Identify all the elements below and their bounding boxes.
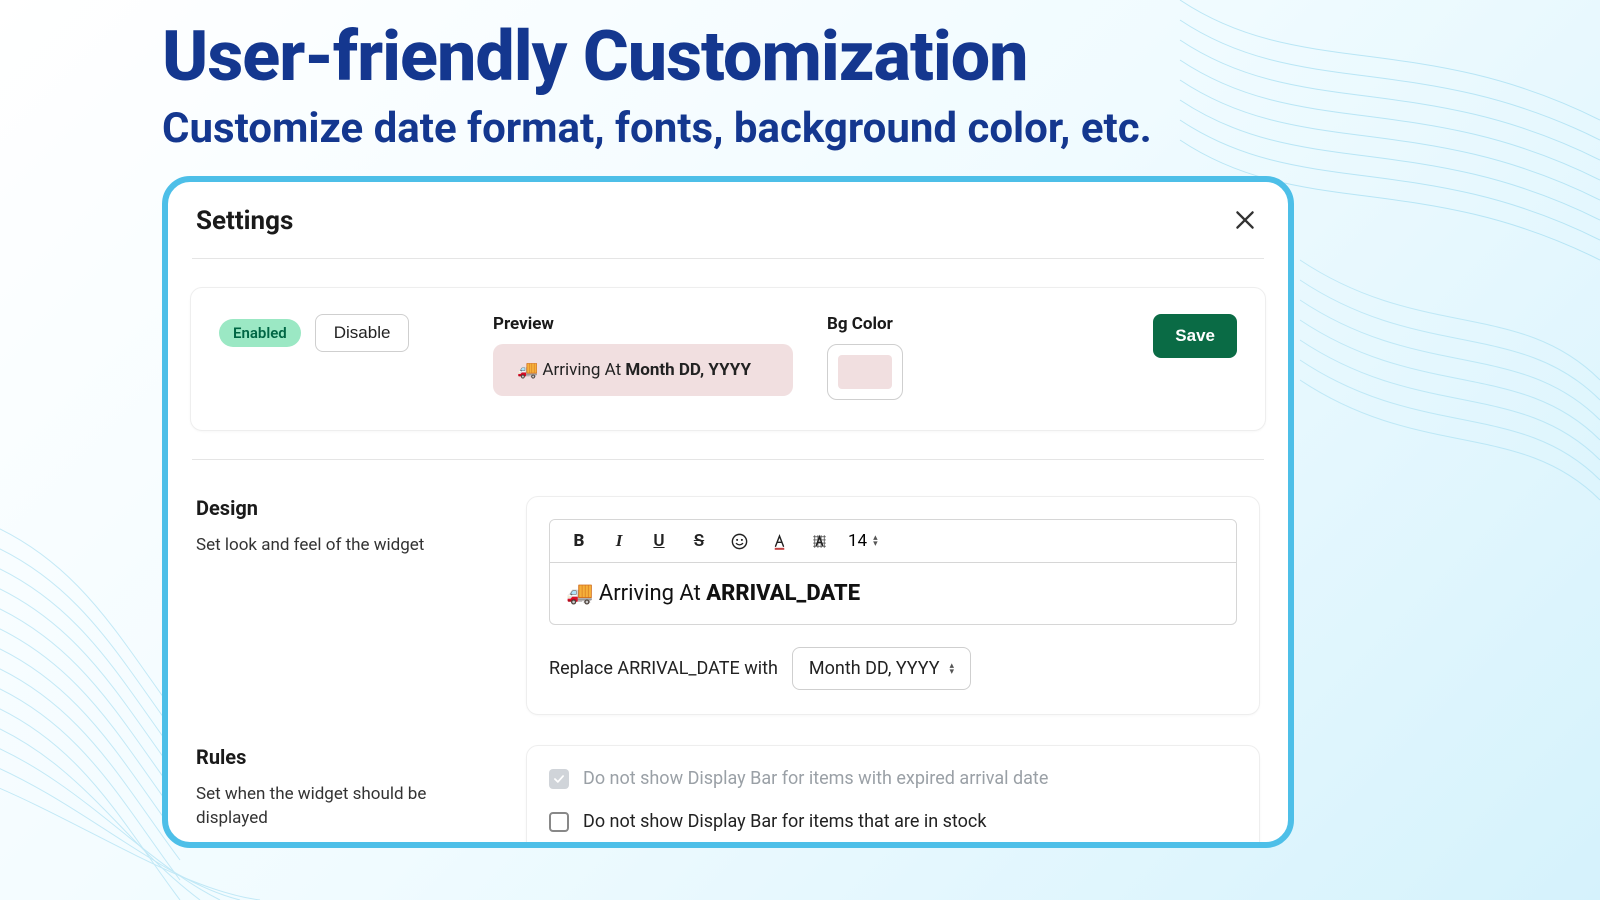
close-icon [1232,207,1258,233]
highlight-icon [810,532,829,551]
strike-button[interactable]: S [688,530,710,552]
font-size-stepper[interactable]: 14 ▴▾ [848,531,878,551]
emoji-button[interactable] [728,530,750,552]
panel-header: Settings [190,206,1266,258]
replace-label: Replace ARRIVAL_DATE with [549,658,778,679]
preview-label: Preview [493,314,793,334]
panel-title: Settings [196,206,293,236]
rules-card: Do not show Display Bar for items with e… [526,745,1260,848]
design-section: Design Set look and feel of the widget B… [190,496,1266,715]
rule-label: Do not show Display Bar for items with e… [583,768,1048,789]
preview-prefix: 🚚 Arriving At [517,360,625,380]
editor-content[interactable]: 🚚 Arriving At ARRIVAL_DATE [550,563,1236,624]
rules-left: Rules Set when the widget should be disp… [196,745,486,848]
emoji-icon [730,532,749,551]
design-left: Design Set look and feel of the widget [196,496,486,715]
editor-prefix: 🚚 Arriving At [566,581,706,606]
highlight-button[interactable] [808,530,830,552]
rules-desc: Set when the widget should be displayed [196,783,486,831]
status-card: Enabled Disable Preview 🚚 Arriving At Mo… [190,287,1266,431]
bg-color-label: Bg Color [827,314,903,334]
date-format-value: Month DD, YYYY [809,658,940,679]
settings-panel: Settings Enabled Disable Preview 🚚 Arriv… [162,176,1294,848]
bold-button[interactable]: B [568,530,590,552]
hero-title: User-friendly Customization [162,22,1152,92]
editor-toolbar: B I U S [550,520,1236,563]
save-button[interactable]: Save [1153,314,1237,358]
preview-block: Preview 🚚 Arriving At Month DD, YYYY [493,314,793,396]
date-format-select[interactable]: Month DD, YYYY ▴▾ [792,647,971,690]
divider [192,258,1264,259]
bg-color-swatch [838,355,892,389]
rule-label: Do not show Display Bar for items that a… [583,811,986,832]
select-stepper-icon: ▴▾ [950,663,955,675]
rule-item: Do not show Display Bar for items with e… [549,768,1237,789]
hero-subtitle: Customize date format, fonts, background… [162,104,1152,153]
preview-date: Month DD, YYYY [625,360,751,380]
rule-item: Do not show Display Bar for items that a… [549,811,1237,832]
editor-token: ARRIVAL_DATE [706,581,860,606]
disable-button[interactable]: Disable [315,314,410,352]
replace-row: Replace ARRIVAL_DATE with Month DD, YYYY… [549,647,1237,690]
editor-box: B I U S [549,519,1237,625]
design-title: Design [196,496,486,520]
close-button[interactable] [1232,207,1260,235]
rules-section: Rules Set when the widget should be disp… [190,745,1266,848]
font-size-value: 14 [848,531,867,551]
underline-button[interactable]: U [648,530,670,552]
status-group: Enabled Disable [219,314,469,352]
bg-color-picker[interactable] [827,344,903,400]
checkbox-locked [549,769,569,789]
hero: User-friendly Customization Customize da… [162,22,1152,153]
text-color-icon [770,532,789,551]
rules-title: Rules [196,745,486,769]
divider [192,459,1264,460]
bg-color-block: Bg Color [827,314,903,400]
checkbox[interactable] [549,812,569,832]
enabled-badge: Enabled [219,319,301,347]
preview-chip: 🚚 Arriving At Month DD, YYYY [493,344,793,396]
text-color-button[interactable] [768,530,790,552]
design-desc: Set look and feel of the widget [196,534,486,558]
check-icon [552,772,566,786]
stepper-icon: ▴▾ [873,535,878,547]
design-card: B I U S [526,496,1260,715]
italic-button[interactable]: I [608,530,630,552]
